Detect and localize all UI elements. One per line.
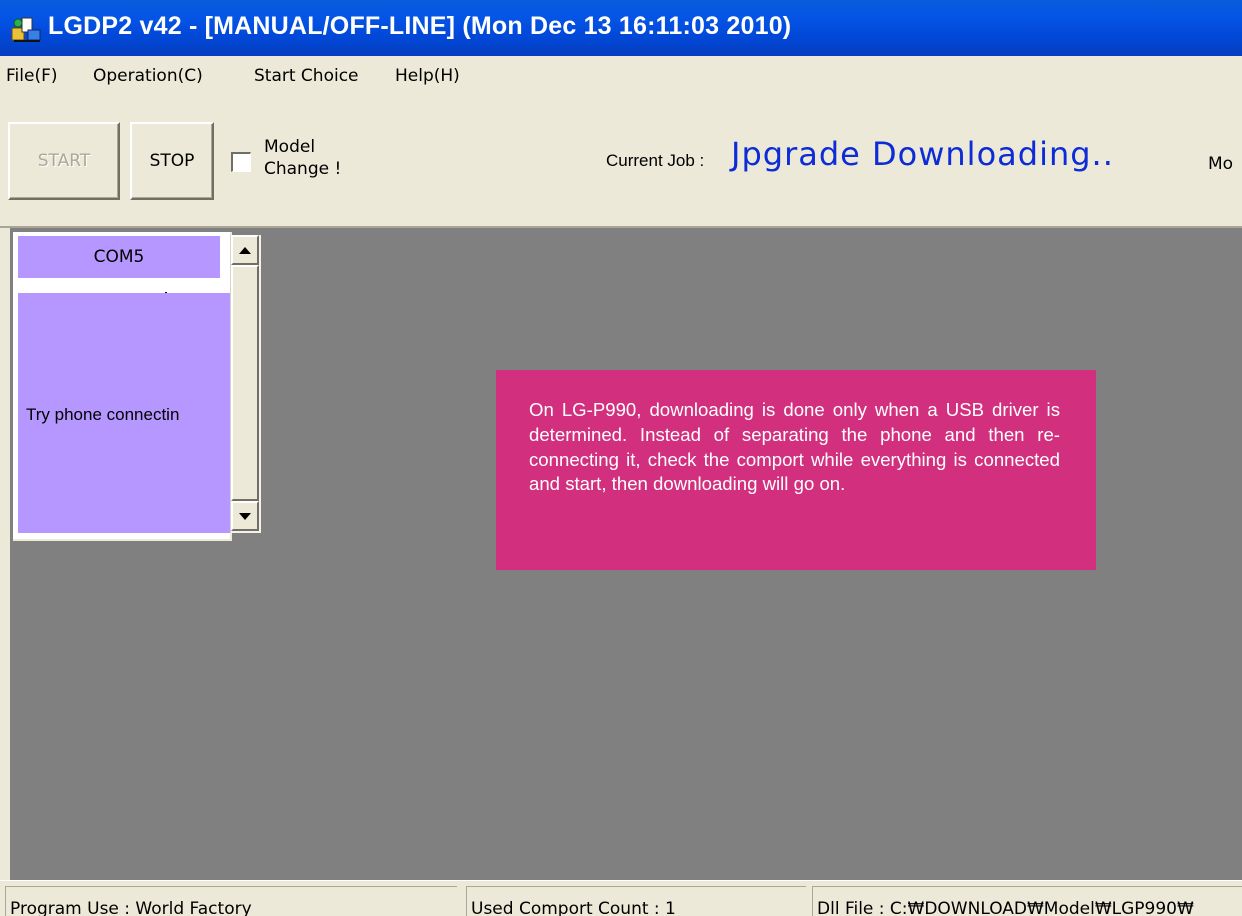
menu-operation[interactable]: Operation(C) [93, 66, 203, 86]
menu-bar: File(F) Operation(C) Start Choice Help(H… [0, 56, 1242, 96]
current-job-value: Jpgrade Downloading.. [731, 135, 1114, 173]
arrow-up-icon [239, 246, 251, 254]
menu-file[interactable]: File(F) [6, 66, 58, 86]
scroll-down-button[interactable] [231, 501, 259, 531]
com-status-message: Try phone connectin [26, 405, 180, 424]
scroll-thumb[interactable] [231, 265, 259, 501]
menu-start-choice[interactable]: Start Choice [254, 66, 359, 86]
info-note-text: On LG-P990, downloading is done only whe… [529, 399, 1060, 495]
model-change-label-line1: Model [264, 137, 316, 157]
stop-button[interactable]: STOP [130, 122, 214, 200]
com-scrollbar[interactable] [230, 235, 261, 533]
info-note: On LG-P990, downloading is done only whe… [496, 370, 1096, 570]
status-dll-file: Dll File : C:₩DOWNLOAD₩Model₩LGP990₩ [812, 886, 1242, 916]
app-icon [11, 17, 41, 42]
start-button[interactable]: START [8, 122, 120, 200]
window-title: LGDP2 v42 - [MANUAL/OFF-LINE] (Mon Dec 1… [48, 12, 792, 40]
model-change-label[interactable]: Model Change ! [264, 136, 341, 180]
current-job-label: Current Job : [606, 151, 705, 170]
com-status-area: Try phone connectin [18, 293, 230, 533]
status-program-use: Program Use : World Factory [5, 886, 457, 916]
scroll-up-button[interactable] [231, 235, 259, 265]
mode-label-clipped: Mo [1208, 154, 1234, 174]
status-bar: Program Use : World Factory Used Comport… [0, 880, 1242, 916]
title-bar[interactable]: LGDP2 v42 - [MANUAL/OFF-LINE] (Mon Dec 1… [0, 0, 1242, 56]
toolbar: START STOP Model Change ! Current Job : … [0, 96, 1242, 228]
arrow-down-icon [239, 512, 251, 520]
model-change-checkbox[interactable] [231, 152, 251, 172]
com-port-header[interactable]: COM5 [18, 236, 220, 278]
status-comport-count: Used Comport Count : 1 [466, 886, 806, 916]
com-progress-bar [18, 283, 228, 294]
menu-help[interactable]: Help(H) [395, 66, 460, 86]
model-change-label-line2: Change ! [264, 159, 342, 179]
